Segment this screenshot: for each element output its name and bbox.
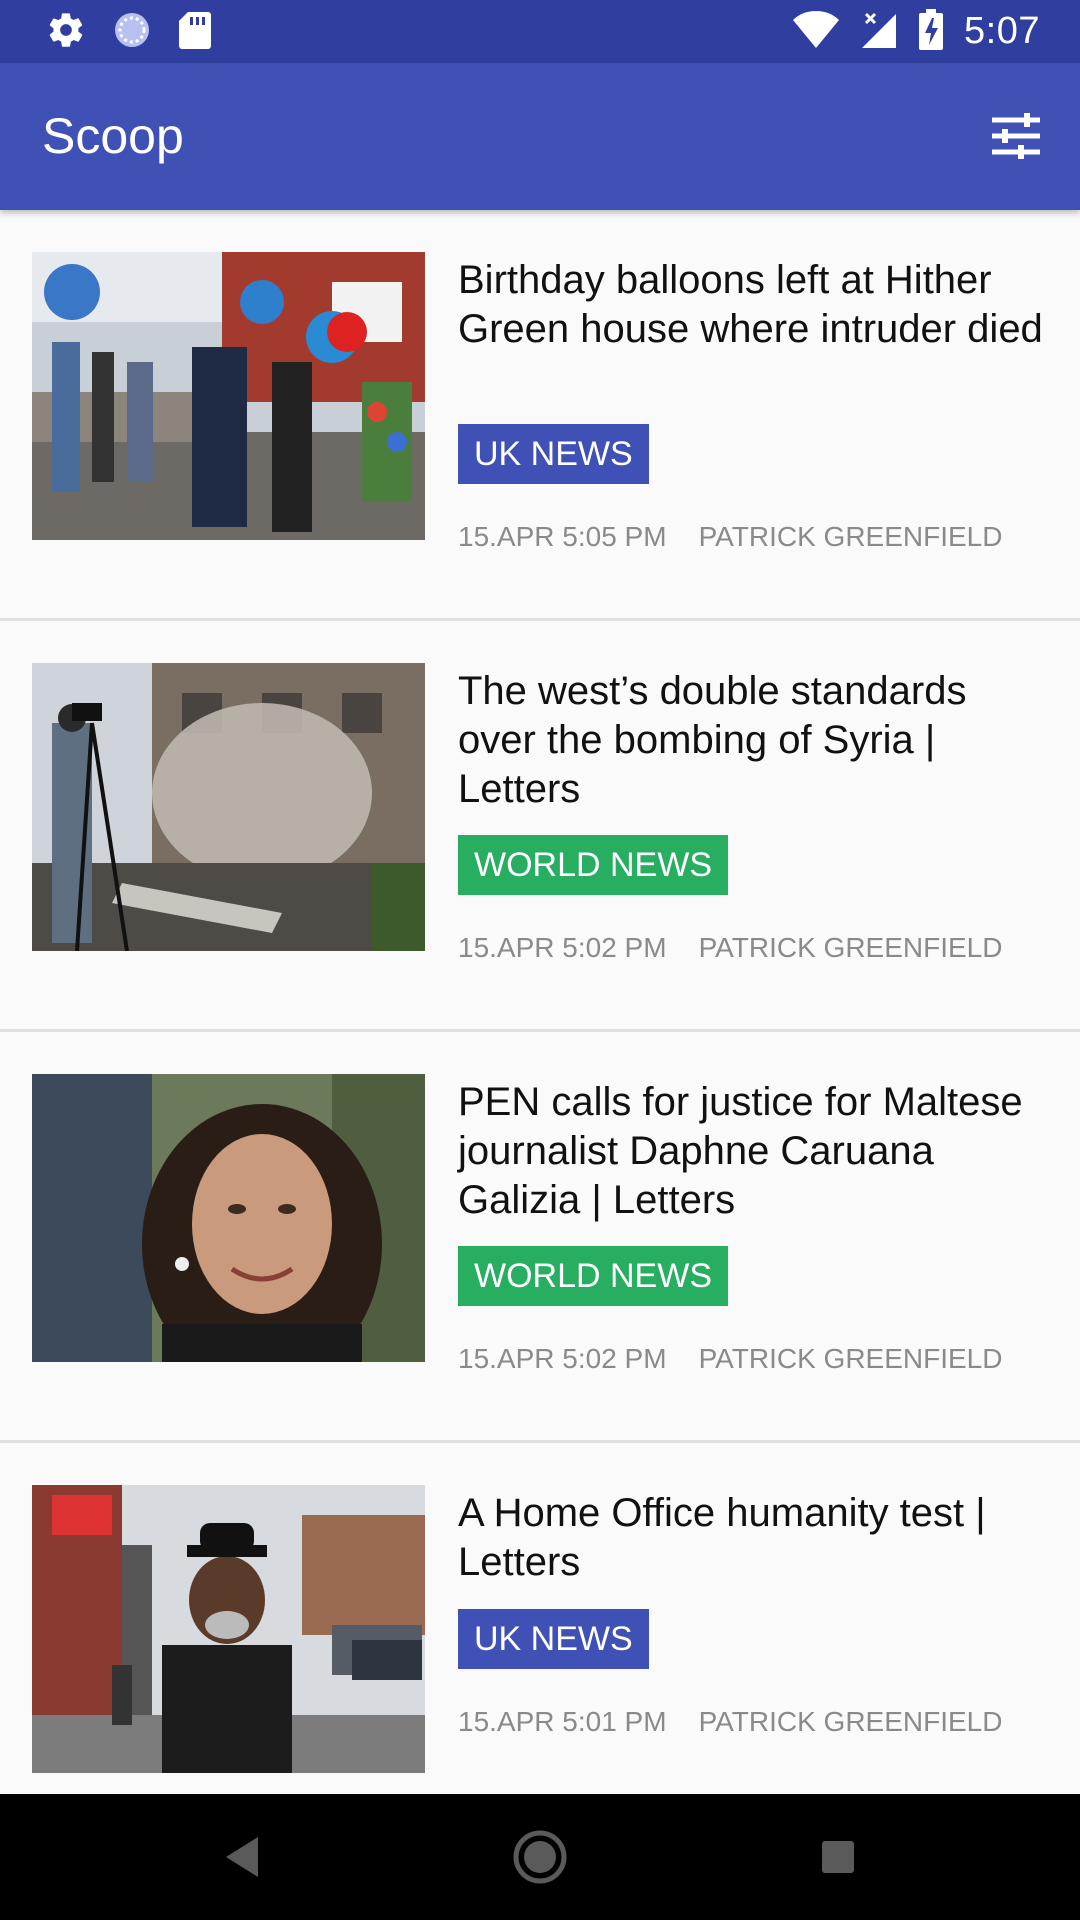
home-button[interactable] — [510, 1827, 570, 1887]
article-headline: PEN calls for justice for Maltese journa… — [458, 1080, 1023, 1222]
article-date: 15.APR 5:02 PM — [458, 1343, 667, 1374]
back-button[interactable] — [212, 1827, 272, 1887]
status-bar: 5:07 — [0, 0, 1080, 63]
article-meta: 15.APR 5:05 PM PATRICK GREENFIELD — [458, 521, 1002, 553]
category-tag: UK NEWS — [458, 1609, 649, 1669]
article-author: PATRICK GREENFIELD — [698, 1706, 1003, 1737]
navigation-bar — [0, 1794, 1080, 1920]
article-meta: 15.APR 5:02 PM PATRICK GREENFIELD — [458, 932, 1002, 964]
news-item[interactable]: A Home Office humanity test | Letters UK… — [0, 1443, 1080, 1794]
wifi-icon — [792, 10, 840, 54]
status-time: 5:07 — [964, 10, 1040, 52]
app-bar: Scoop — [0, 63, 1080, 210]
recents-icon — [822, 1841, 854, 1873]
filter-button[interactable] — [988, 108, 1044, 164]
article-author: PATRICK GREENFIELD — [698, 932, 1003, 963]
article-headline: Birthday balloons left at Hither Green h… — [458, 258, 1043, 351]
back-icon — [226, 1837, 258, 1877]
sync-icon — [112, 10, 152, 54]
article-date: 15.APR 5:02 PM — [458, 932, 667, 963]
article-headline: The west’s double standards over the bom… — [458, 669, 967, 811]
news-item[interactable]: The west’s double standards over the bom… — [0, 621, 1080, 1032]
signal-icon — [860, 10, 898, 54]
sd-card-icon — [178, 10, 212, 54]
recents-button[interactable] — [808, 1827, 868, 1887]
article-headline: A Home Office humanity test | Letters — [458, 1491, 986, 1584]
app-title: Scoop — [42, 108, 184, 164]
article-thumbnail — [32, 252, 425, 540]
article-thumbnail — [32, 1485, 425, 1773]
article-author: PATRICK GREENFIELD — [698, 1343, 1003, 1374]
article-date: 15.APR 5:05 PM — [458, 521, 667, 552]
battery-charging-icon — [918, 8, 944, 55]
news-item[interactable]: PEN calls for justice for Maltese journa… — [0, 1032, 1080, 1443]
article-date: 15.APR 5:01 PM — [458, 1706, 667, 1737]
settings-icon — [46, 10, 86, 54]
article-thumbnail — [32, 663, 425, 951]
filter-icon — [992, 113, 1040, 159]
category-tag: WORLD NEWS — [458, 835, 728, 895]
article-thumbnail — [32, 1074, 425, 1362]
category-tag: WORLD NEWS — [458, 1246, 728, 1306]
article-author: PATRICK GREENFIELD — [698, 521, 1003, 552]
category-tag: UK NEWS — [458, 424, 649, 484]
news-item[interactable]: Birthday balloons left at Hither Green h… — [0, 210, 1080, 621]
home-icon — [513, 1830, 567, 1884]
article-meta: 15.APR 5:01 PM PATRICK GREENFIELD — [458, 1706, 1002, 1738]
article-meta: 15.APR 5:02 PM PATRICK GREENFIELD — [458, 1343, 1002, 1375]
news-list[interactable]: Birthday balloons left at Hither Green h… — [0, 210, 1080, 1794]
